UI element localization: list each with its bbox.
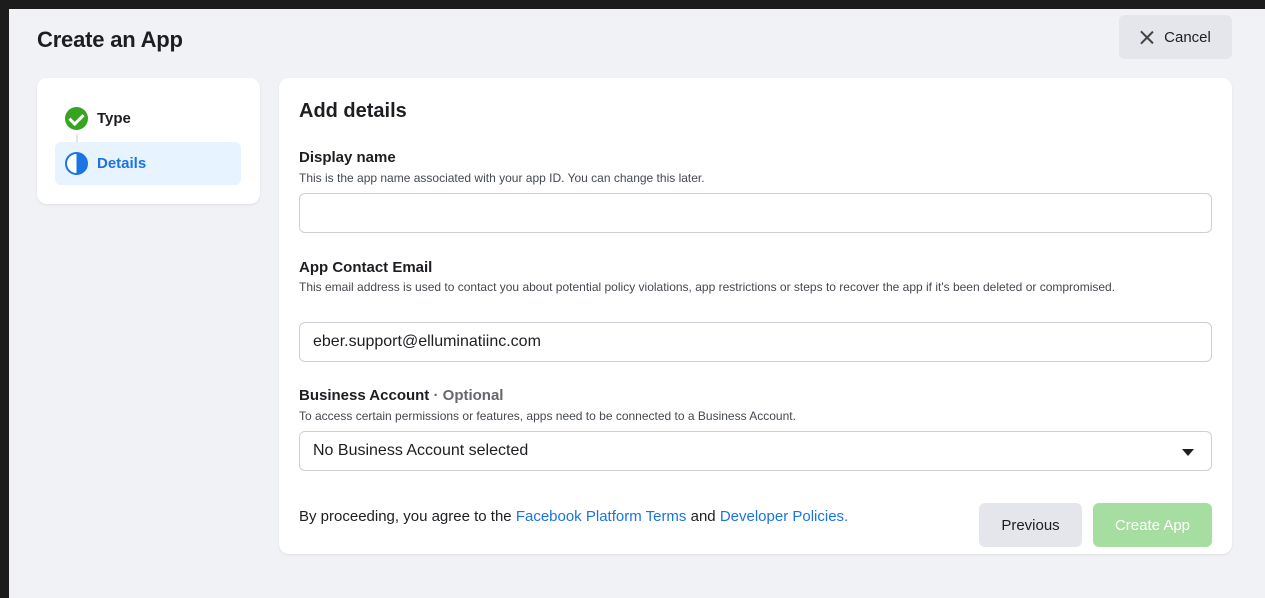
- contact-email-label: App Contact Email: [299, 259, 433, 276]
- page-title: Create an App: [37, 27, 183, 52]
- agree-prefix: By proceeding, you agree to the: [299, 508, 516, 525]
- step-navigator: Type Details: [37, 78, 260, 204]
- caret-down-icon: [1182, 449, 1194, 456]
- step-details[interactable]: Details: [55, 142, 241, 185]
- create-app-dialog: Create an App Cancel Type Details Add de…: [9, 9, 1265, 598]
- create-app-button[interactable]: Create App: [1093, 503, 1212, 547]
- contact-email-help: This email address is used to contact yo…: [299, 280, 1116, 294]
- business-account-label-text: Business Account: [299, 387, 430, 404]
- display-name-label: Display name: [299, 149, 396, 166]
- agree-and: and: [686, 508, 720, 525]
- optional-tag: · Optional: [433, 387, 504, 404]
- details-form-card: Add details Display name This is the app…: [279, 78, 1232, 554]
- form-title: Add details: [299, 100, 407, 122]
- display-name-input[interactable]: [299, 193, 1212, 233]
- business-account-select[interactable]: No Business Account selected: [299, 431, 1212, 471]
- step-details-label: Details: [97, 155, 147, 172]
- developer-policies-link[interactable]: Developer Policies.: [720, 508, 848, 525]
- step-type[interactable]: Type: [55, 97, 241, 140]
- cancel-label: Cancel: [1164, 28, 1211, 46]
- half-circle-icon: [65, 152, 88, 175]
- business-account-selected: No Business Account selected: [313, 442, 529, 459]
- cancel-button[interactable]: Cancel: [1119, 15, 1232, 59]
- display-name-help: This is the app name associated with you…: [299, 171, 705, 185]
- step-type-label: Type: [97, 110, 131, 127]
- business-account-help: To access certain permissions or feature…: [299, 409, 796, 423]
- contact-email-input[interactable]: eber.support@elluminatiinc.com: [299, 322, 1212, 362]
- platform-terms-link[interactable]: Facebook Platform Terms: [516, 508, 687, 525]
- close-icon: [1140, 30, 1154, 44]
- agreement-text: By proceeding, you agree to the Facebook…: [299, 508, 848, 525]
- check-circle-icon: [65, 107, 88, 130]
- previous-button[interactable]: Previous: [979, 503, 1082, 547]
- business-account-label: Business Account · Optional: [299, 387, 503, 404]
